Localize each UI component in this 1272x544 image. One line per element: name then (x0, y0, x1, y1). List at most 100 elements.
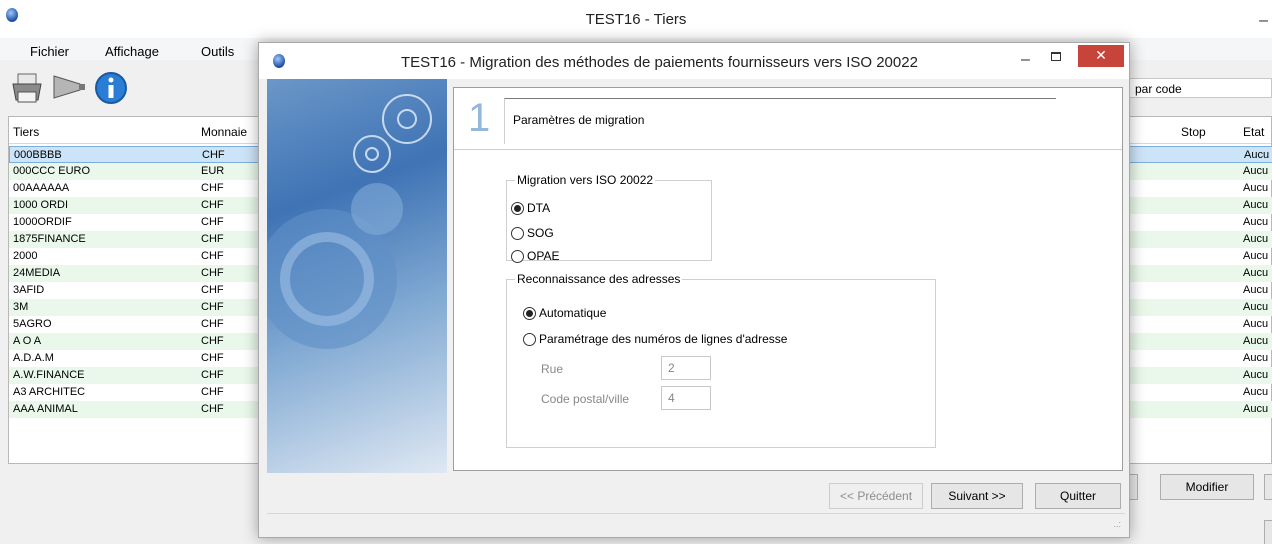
cell-monnaie: EUR (201, 165, 225, 177)
cell-monnaie: CHF (201, 386, 224, 398)
rue-input[interactable]: 2 (661, 356, 711, 380)
main-title-bar: TEST16 - Tiers – (0, 0, 1272, 38)
dialog-app-icon (273, 54, 285, 68)
col-etat[interactable]: Etat (1243, 125, 1264, 139)
cell-tiers: A3 ARCHITEC (13, 386, 86, 398)
dialog-title: TEST16 - Migration des méthodes de paiem… (401, 54, 918, 71)
dialog-status-bar: ..: (267, 513, 1125, 535)
menu-outils[interactable]: Outils (201, 44, 234, 59)
code-postal-label: Code postal/ville (541, 392, 630, 406)
cell-etat: Aucu (1243, 216, 1269, 228)
cell-tiers: 1000ORDIF (13, 216, 72, 228)
cell-tiers: 1000 ORDI (13, 199, 69, 211)
radio-sog[interactable]: SOG (511, 226, 554, 240)
radio-automatique-label: Automatique (539, 306, 607, 320)
step-number: 1 (468, 96, 491, 140)
printer-icon[interactable] (10, 70, 44, 106)
cell-tiers: 000BBBB (14, 149, 62, 161)
cell-monnaie: CHF (201, 369, 224, 381)
cell-tiers: A.D.A.M (13, 352, 54, 364)
step-label-box: Paramètres de migration (504, 98, 1056, 144)
cell-tiers: A.W.FINANCE (13, 369, 85, 381)
main-status-button[interactable] (1264, 520, 1272, 544)
modifier-button[interactable]: Modifier (1160, 474, 1254, 500)
cell-monnaie: CHF (201, 233, 224, 245)
cell-monnaie: CHF (201, 352, 224, 364)
cell-tiers: 000CCC EURO (13, 165, 91, 177)
radio-parametrage-indicator[interactable] (523, 332, 536, 346)
info-icon[interactable] (94, 70, 128, 106)
cell-tiers: 3AFID (13, 284, 45, 296)
cell-monnaie: CHF (201, 301, 224, 313)
cell-monnaie: CHF (201, 403, 224, 415)
cell-etat: Aucu (1243, 301, 1269, 313)
main-button-edge[interactable] (1264, 474, 1272, 500)
radio-opae[interactable]: OPAE (511, 249, 559, 263)
radio-opae-indicator[interactable] (511, 249, 524, 263)
cell-tiers: AAA ANIMAL (13, 403, 78, 415)
cell-monnaie: CHF (201, 267, 224, 279)
dialog-maximize-button[interactable] (1051, 52, 1061, 61)
cell-tiers: 00AAAAAA (13, 182, 70, 194)
gears-illustration (267, 94, 432, 349)
cell-etat: Aucu (1243, 352, 1269, 364)
menu-fichier[interactable]: Fichier (30, 44, 69, 59)
cell-etat: Aucu (1243, 369, 1269, 381)
migration-group: Migration vers ISO 20022 DTA SOG OPAE (506, 173, 712, 263)
radio-dta-indicator[interactable] (511, 201, 524, 215)
dialog-title-bar: TEST16 - Migration des méthodes de paiem… (259, 43, 1129, 79)
cell-monnaie: CHF (201, 250, 224, 262)
radio-dta[interactable]: DTA (511, 201, 550, 215)
dialog-close-button[interactable]: ✕ (1078, 45, 1124, 67)
quit-button[interactable]: Quitter (1035, 483, 1121, 509)
next-button[interactable]: Suivant >> (931, 483, 1023, 509)
cell-tiers: 5AGRO (13, 318, 52, 330)
cell-etat: Aucu (1243, 403, 1269, 415)
step-header: 1 Paramètres de migration (454, 88, 1122, 150)
main-minimize-button[interactable]: – (1259, 12, 1268, 30)
cell-monnaie: CHF (201, 199, 224, 211)
col-tiers[interactable]: Tiers (13, 125, 39, 139)
cell-etat: Aucu (1243, 250, 1269, 262)
cell-monnaie: CHF (202, 149, 225, 161)
radio-sog-indicator[interactable] (511, 226, 524, 240)
cell-etat: Aucu (1243, 165, 1269, 177)
radio-automatique[interactable]: Automatique (523, 306, 606, 320)
cell-monnaie: CHF (201, 182, 224, 194)
rue-label: Rue (541, 362, 564, 376)
cell-etat: Aucu (1243, 267, 1269, 279)
radio-automatique-indicator[interactable] (523, 306, 536, 320)
radio-parametrage[interactable]: Paramétrage des numéros de lignes d'adre… (523, 332, 787, 346)
address-group: Reconnaissance des adresses Automatique … (506, 272, 936, 448)
dialog-minimize-button[interactable]: – (1021, 51, 1030, 69)
wizard-banner-image (267, 79, 447, 473)
cell-tiers: A O A (13, 335, 42, 347)
radio-sog-label: SOG (527, 226, 554, 240)
cell-etat: Aucu (1243, 284, 1269, 296)
cell-monnaie: CHF (201, 318, 224, 330)
cell-tiers: 24MEDIA (13, 267, 61, 279)
cell-etat: Aucu (1243, 233, 1269, 245)
step-label: Paramètres de migration (513, 113, 645, 127)
menu-affichage[interactable]: Affichage (105, 44, 159, 59)
funnel-filter-icon[interactable] (52, 70, 86, 106)
previous-button[interactable]: << Précédent (829, 483, 923, 509)
code-postal-input[interactable]: 4 (661, 386, 711, 410)
sort-select[interactable]: par code (1128, 78, 1272, 98)
wizard-content-panel: 1 Paramètres de migration Migration vers… (453, 87, 1123, 471)
radio-dta-label: DTA (527, 201, 551, 215)
main-window-title: TEST16 - Tiers (585, 11, 687, 28)
cell-etat: Aucu (1243, 199, 1269, 211)
cell-tiers: 3M (13, 301, 29, 313)
col-stop[interactable]: Stop (1181, 125, 1206, 139)
address-group-label: Reconnaissance des adresses (517, 272, 681, 286)
cell-tiers: 1875FINANCE (13, 233, 86, 245)
cell-etat: Aucu (1243, 182, 1269, 194)
col-monnaie[interactable]: Monnaie (201, 125, 247, 139)
migration-dialog: TEST16 - Migration des méthodes de paiem… (258, 42, 1130, 538)
cell-monnaie: CHF (201, 284, 224, 296)
resize-grip-icon[interactable]: ..: (1113, 519, 1121, 529)
cell-etat: Aucu (1244, 149, 1270, 161)
cell-tiers: 2000 (13, 250, 38, 262)
radio-parametrage-label: Paramétrage des numéros de lignes d'adre… (539, 332, 788, 346)
